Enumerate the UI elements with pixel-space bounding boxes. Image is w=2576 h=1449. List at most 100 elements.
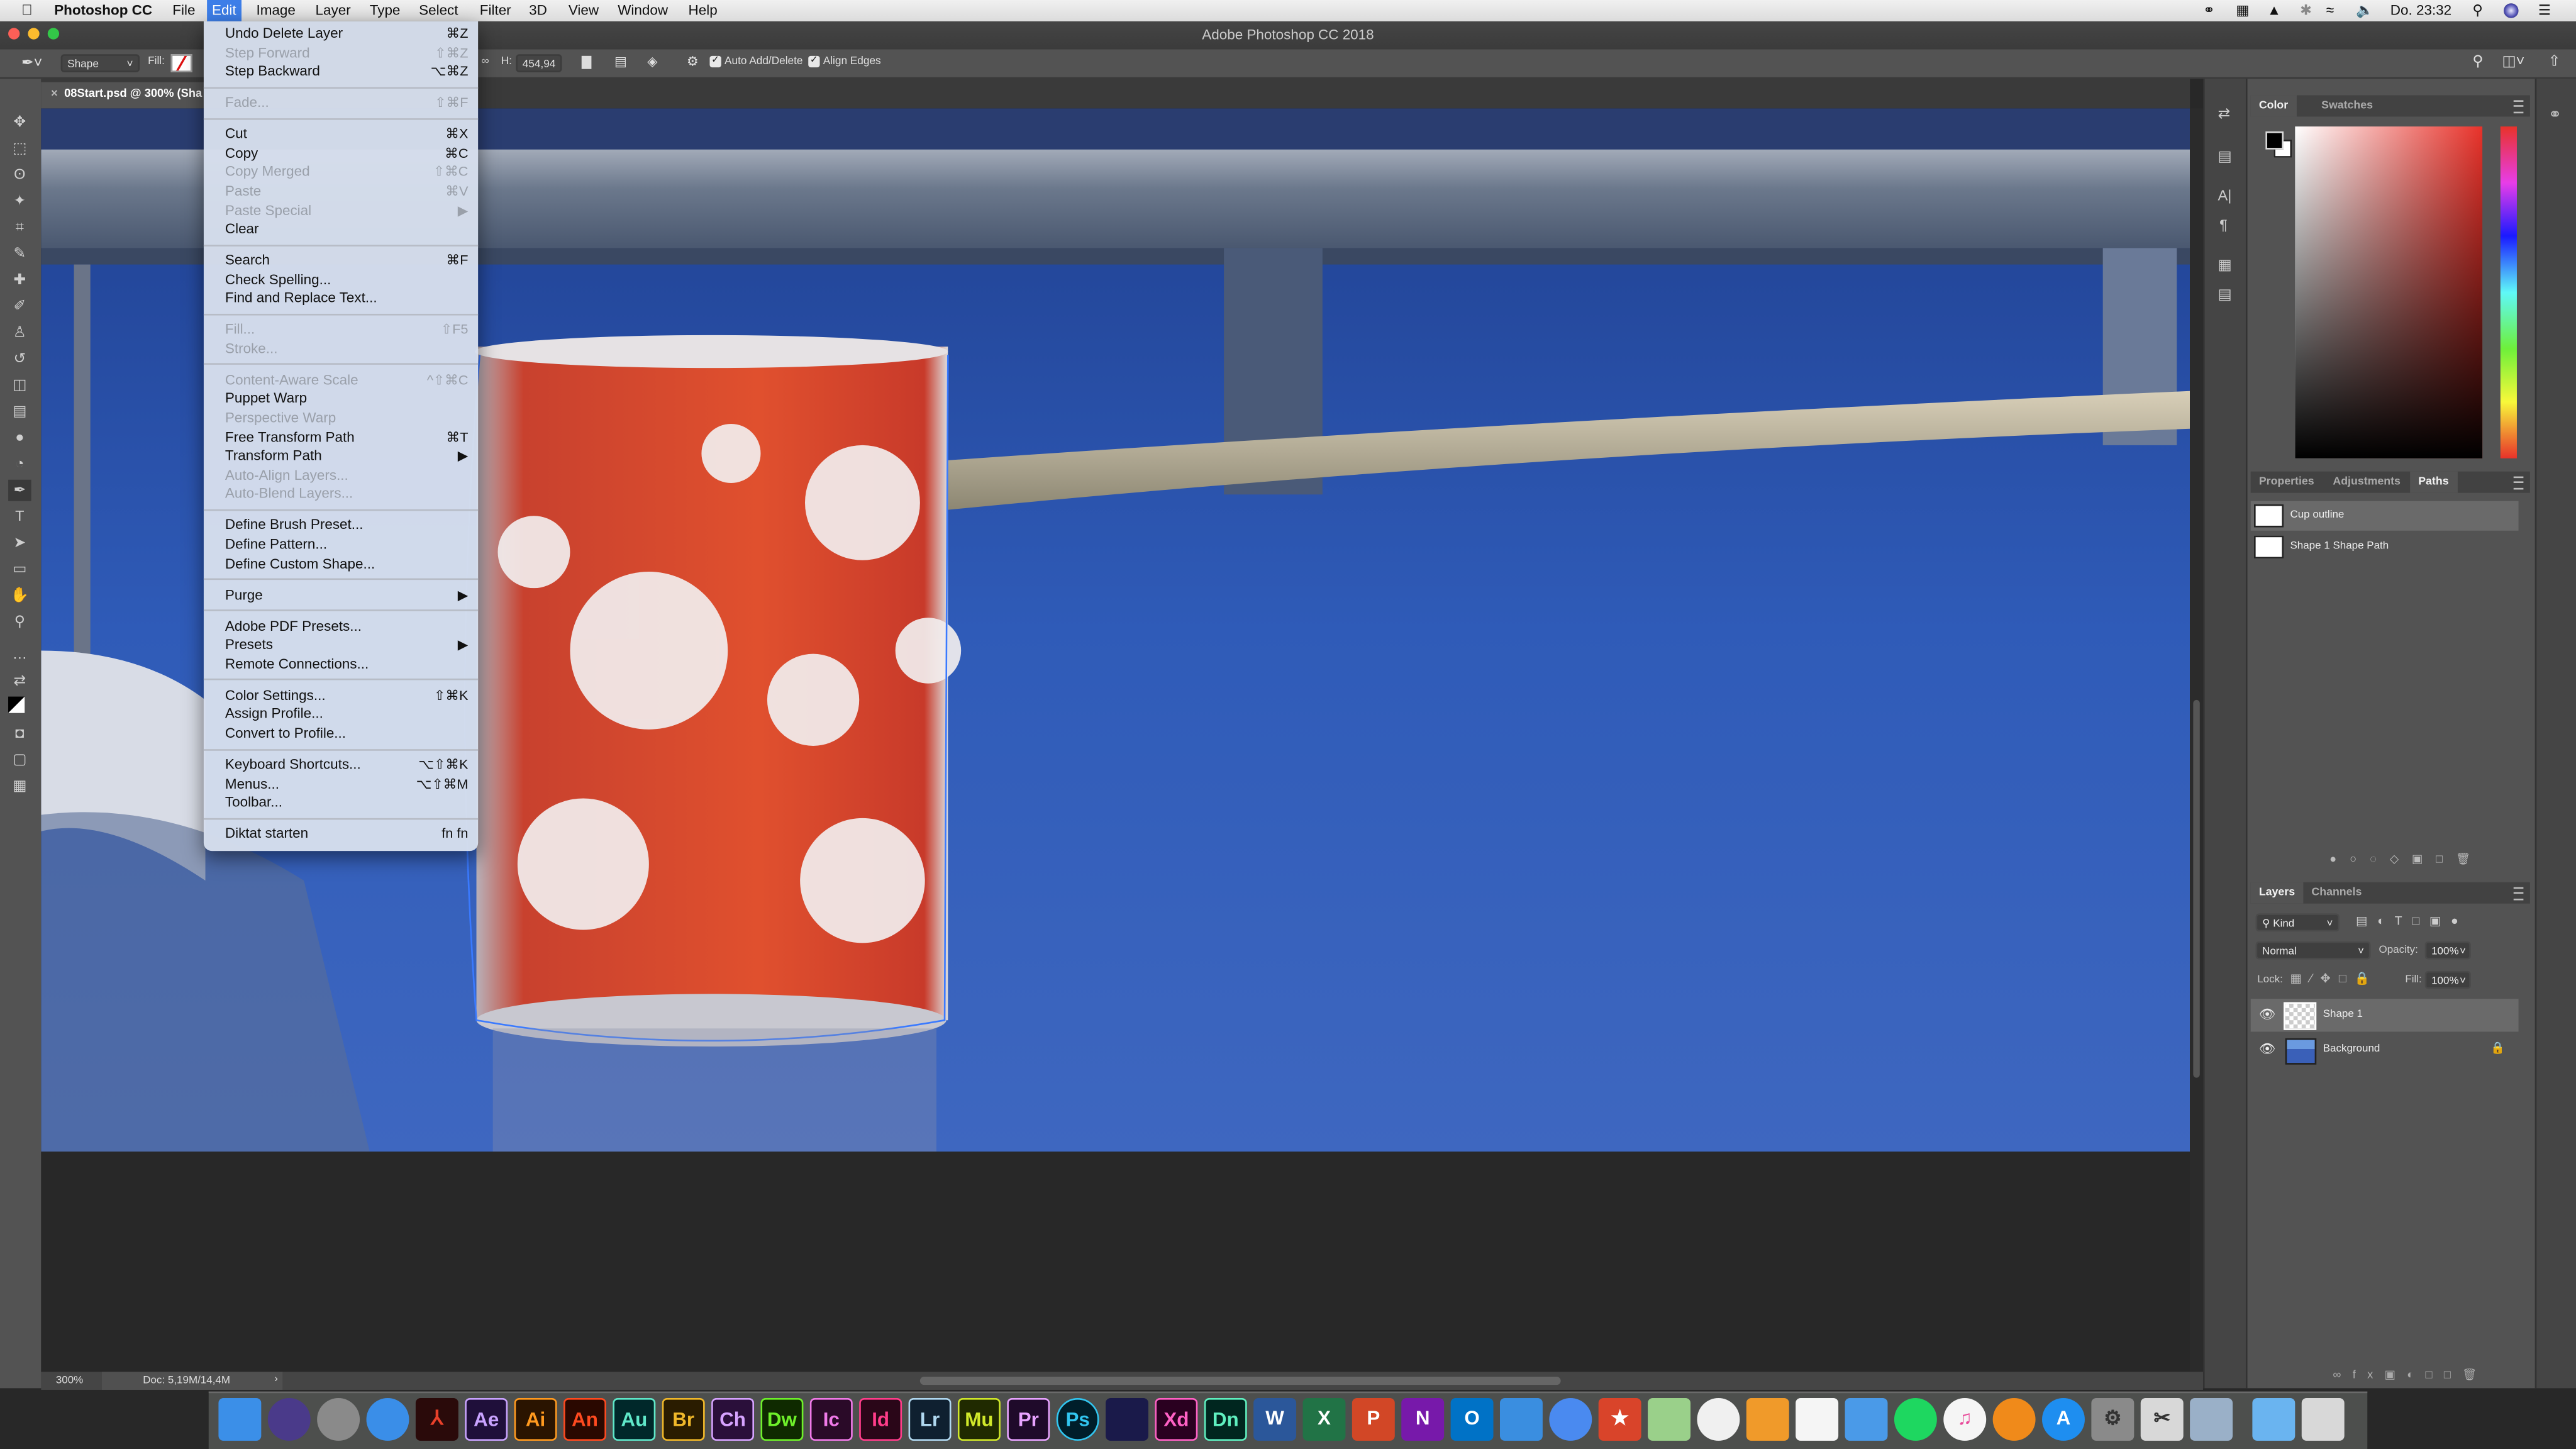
menu-item-clear[interactable]: Clear <box>204 220 478 239</box>
blur-tool-icon[interactable]: ● <box>8 427 31 448</box>
tab-layers[interactable]: Layers <box>2250 882 2304 904</box>
clone-stamp-tool-icon[interactable]: ♙ <box>8 322 31 343</box>
app-store-icon[interactable]: A <box>2042 1398 2085 1441</box>
tab-paths[interactable]: Paths <box>2410 471 2457 493</box>
eraser-tool-icon[interactable]: ◫ <box>8 375 31 396</box>
menu-item-presets[interactable]: Presets ▶ <box>204 636 478 655</box>
fill-path-icon[interactable]: ● <box>2329 854 2350 865</box>
icloud-drive-icon[interactable] <box>1499 1398 1543 1441</box>
history-brush-tool-icon[interactable]: ↺ <box>8 348 31 370</box>
path-item[interactable]: Shape 1 Shape Path <box>2251 532 2519 562</box>
word-icon[interactable]: W <box>1253 1398 1297 1441</box>
dodge-tool-icon[interactable]: ◔ <box>8 453 31 475</box>
path-arrangement-icon[interactable]: ◈ <box>647 54 657 69</box>
menu-item-menus[interactable]: Menus... ⌥⇧⌘M <box>204 775 478 794</box>
tab-channels[interactable]: Channels <box>2303 882 2370 904</box>
lock-artboard-icon[interactable]: □ <box>2339 971 2355 986</box>
numbers-icon[interactable] <box>1796 1398 1839 1441</box>
blend-mode-dropdown[interactable]: Normal ˅ <box>2255 941 2371 960</box>
menu-item-adobe-pdf-presets[interactable]: Adobe PDF Presets... <box>204 617 478 636</box>
character-panel-icon[interactable]: A| <box>2218 187 2232 204</box>
trash-icon[interactable]: 🗑 <box>2456 854 2484 865</box>
hue-slider[interactable] <box>2500 126 2517 458</box>
link-dimensions-icon[interactable]: ∞ <box>481 56 489 67</box>
siri-icon[interactable] <box>267 1398 311 1441</box>
hand-tool-icon[interactable]: ✋ <box>8 585 31 606</box>
siri-icon[interactable] <box>2504 3 2519 18</box>
volume-icon[interactable]: 🔈 <box>2356 0 2373 21</box>
character-animator-icon[interactable]: Ch <box>711 1398 755 1441</box>
bluetooth-icon[interactable]: ✱ <box>2300 0 2312 21</box>
adjustment-layer-icon[interactable]: ◐ <box>2407 1370 2425 1382</box>
dreamweaver-icon[interactable]: Dw <box>760 1398 804 1441</box>
panel-menu-icon[interactable] <box>2513 887 2524 901</box>
visibility-eye-icon[interactable]: 👁 <box>2259 1033 2276 1066</box>
menu-item-undo-delete-layer[interactable]: Undo Delete Layer ⌘Z <box>204 25 478 43</box>
smart-object-filter-icon[interactable]: ▣ <box>2429 913 2451 928</box>
system-preferences-icon[interactable]: ⚙ <box>2091 1398 2135 1441</box>
swap-colors-tool-icon[interactable]: ⇄ <box>8 670 31 692</box>
history-panel-icon[interactable]: ⇄ <box>2218 105 2231 123</box>
preview-icon[interactable] <box>2190 1398 2233 1441</box>
maps-icon[interactable] <box>1648 1398 1690 1441</box>
tool-mode-dropdown[interactable]: Shape ˅ <box>60 54 140 72</box>
screen-mode-tool-icon[interactable]: ▢ <box>8 749 31 770</box>
zoom-level[interactable]: 300% <box>56 1375 83 1386</box>
close-tab-icon[interactable]: × <box>51 89 58 100</box>
menu-item-free-transform-path[interactable]: Free Transform Path ⌘T <box>204 428 478 447</box>
make-work-path-icon[interactable]: ◇ <box>2390 854 2412 865</box>
incopy-icon[interactable]: Ic <box>809 1398 853 1441</box>
menu-item-assign-profile[interactable]: Assign Profile... <box>204 706 478 724</box>
menu-item-convert-to-profile[interactable]: Convert to Profile... <box>204 724 478 743</box>
visibility-eye-icon[interactable]: 👁 <box>2259 999 2276 1031</box>
menu-item-transform-path[interactable]: Transform Path ▶ <box>204 447 478 466</box>
vertical-scrollbar[interactable] <box>2190 108 2204 1372</box>
safari-icon[interactable] <box>366 1398 409 1441</box>
keynote-icon[interactable] <box>1845 1398 1888 1441</box>
horizontal-scroll-thumb[interactable] <box>919 1377 1561 1385</box>
tab-adjustments[interactable]: Adjustments <box>2324 472 2409 493</box>
color-field[interactable] <box>2295 126 2483 458</box>
panel-menu-icon[interactable] <box>2513 476 2524 490</box>
menu-item-diktat-starten[interactable]: Diktat starten fn fn <box>204 825 478 844</box>
panel-menu-icon[interactable] <box>2513 100 2524 114</box>
menu-item-toolbar[interactable]: Toolbar... <box>204 794 478 813</box>
crop-tool-icon[interactable]: ⌗ <box>8 217 31 238</box>
fill-swatch[interactable] <box>170 54 192 72</box>
status-menu-arrow[interactable]: › <box>274 1374 278 1385</box>
lasso-tool-icon[interactable]: ʘ <box>8 164 31 186</box>
type-filter-icon[interactable]: T <box>2395 913 2412 928</box>
xd-icon[interactable]: Xd <box>1155 1398 1198 1441</box>
chrome-icon[interactable] <box>1549 1398 1592 1441</box>
wifi-icon[interactable]: ≈ <box>2326 0 2334 21</box>
height-input[interactable]: 454,94 <box>516 54 562 72</box>
menu-help[interactable]: Help <box>684 0 723 21</box>
outlook-icon[interactable]: O <box>1450 1398 1494 1441</box>
eyedropper-tool-icon[interactable]: ✎ <box>8 243 31 265</box>
shape-filter-icon[interactable]: □ <box>2412 913 2429 928</box>
audition-icon[interactable]: Au <box>613 1398 656 1441</box>
menu-item-purge[interactable]: Purge ▶ <box>204 586 478 604</box>
powerpoint-icon[interactable]: P <box>1352 1398 1395 1441</box>
menu-item-step-backward[interactable]: Step Backward ⌥⌘Z <box>204 63 478 82</box>
muse-icon[interactable]: Mu <box>957 1398 1001 1441</box>
menu-window[interactable]: Window <box>613 0 673 21</box>
path-selection-tool-icon[interactable]: ➤ <box>8 532 31 553</box>
pixel-filter-icon[interactable]: ▤ <box>2356 913 2377 928</box>
airplay-icon[interactable]: ▲ <box>2267 0 2281 21</box>
type-tool-icon[interactable]: T <box>8 506 31 528</box>
menu-item-cut[interactable]: Cut ⌘X <box>204 125 478 144</box>
menu-layer[interactable]: Layer <box>311 0 356 21</box>
gear-icon[interactable]: ⚙ <box>687 54 699 69</box>
brush-settings-icon[interactable]: ▤ <box>2218 148 2232 166</box>
clock[interactable]: Do. 23:32 <box>2390 0 2451 21</box>
menu-item-find-and-replace-text[interactable]: Find and Replace Text... <box>204 290 478 309</box>
add-mask-icon[interactable]: ▣ <box>2385 1370 2407 1382</box>
spotlight-search-icon[interactable]: ⚲ <box>2472 0 2482 21</box>
marquee-tool-icon[interactable]: ⬚ <box>8 138 31 159</box>
menu-item-puppet-warp[interactable]: Puppet Warp <box>204 390 478 409</box>
paragraph-panel-icon[interactable]: ¶ <box>2219 217 2228 233</box>
display-layout-icon[interactable]: ▦ <box>2236 0 2249 21</box>
lock-pixels-icon[interactable]: ⁄ <box>2310 971 2320 986</box>
share-icon[interactable]: ⇧ <box>2548 53 2561 71</box>
